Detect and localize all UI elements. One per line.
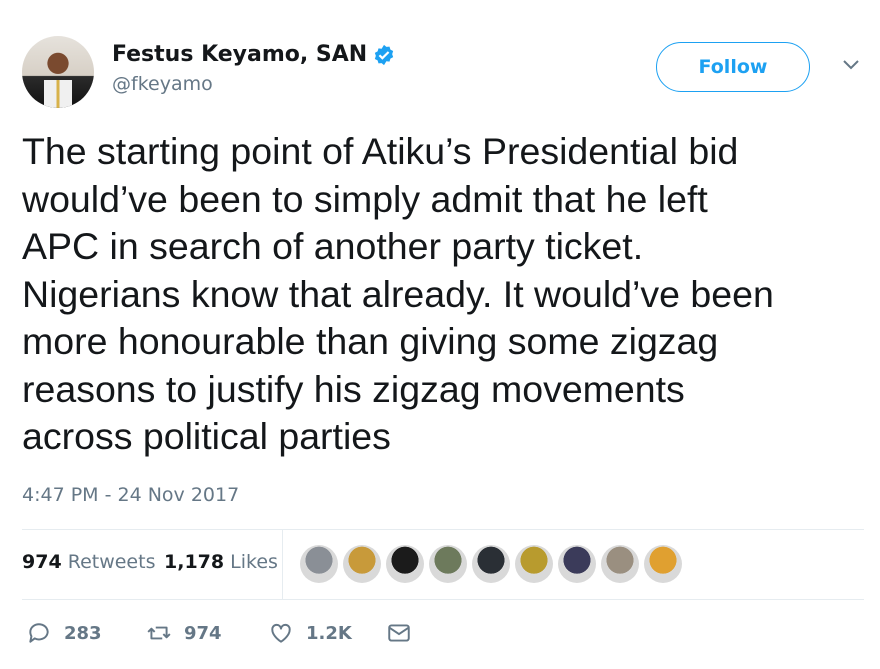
author-info: Festus Keyamo, SAN @fkeyamo bbox=[112, 42, 395, 95]
chevron-down-icon[interactable] bbox=[842, 56, 860, 74]
verified-badge-icon bbox=[375, 44, 394, 65]
author-name[interactable]: Festus Keyamo, SAN bbox=[112, 42, 367, 67]
tweet-actions: 283 974 1.2K bbox=[22, 618, 864, 652]
envelope-icon bbox=[388, 624, 410, 642]
liker-avatar[interactable] bbox=[472, 545, 510, 583]
liker-avatar[interactable] bbox=[386, 545, 424, 583]
retweets-label: Retweets bbox=[67, 551, 156, 573]
author-avatar[interactable] bbox=[22, 36, 94, 108]
likers-avatars bbox=[300, 545, 682, 583]
likes-count: 1,178 bbox=[164, 551, 225, 573]
liker-avatar[interactable] bbox=[558, 545, 596, 583]
divider-bottom bbox=[22, 599, 864, 600]
liker-avatar[interactable] bbox=[343, 545, 381, 583]
tweet-header: Festus Keyamo, SAN @fkeyamo Follow bbox=[22, 36, 862, 108]
retweet-icon bbox=[147, 626, 171, 640]
reply-icon bbox=[29, 623, 49, 643]
reply-action[interactable]: 283 bbox=[26, 620, 102, 646]
avatar-collar bbox=[44, 80, 72, 108]
likes-label: Likes bbox=[230, 551, 278, 573]
heart-icon bbox=[271, 623, 291, 643]
stats-separator bbox=[282, 529, 283, 599]
liker-avatar[interactable] bbox=[300, 545, 338, 583]
retweets-stat[interactable]: 974 Retweets bbox=[22, 551, 155, 573]
likes-stat[interactable]: 1,178 Likes bbox=[164, 551, 278, 573]
tweet-timestamp[interactable]: 4:47 PM - 24 Nov 2017 bbox=[22, 484, 239, 506]
follow-button[interactable]: Follow bbox=[656, 42, 810, 92]
retweets-count: 974 bbox=[22, 551, 62, 573]
liker-avatar[interactable] bbox=[601, 545, 639, 583]
message-action[interactable] bbox=[386, 620, 412, 646]
liker-avatar[interactable] bbox=[644, 545, 682, 583]
retweet-action[interactable]: 974 bbox=[146, 620, 222, 646]
like-action[interactable]: 1.2K bbox=[268, 620, 352, 646]
liker-avatar[interactable] bbox=[515, 545, 553, 583]
liker-avatar[interactable] bbox=[429, 545, 467, 583]
author-handle[interactable]: @fkeyamo bbox=[112, 73, 395, 95]
retweet-count: 974 bbox=[184, 622, 222, 644]
author-name-row: Festus Keyamo, SAN bbox=[112, 42, 395, 67]
reply-count: 283 bbox=[64, 622, 102, 644]
like-count: 1.2K bbox=[306, 622, 352, 644]
tweet-text: The starting point of Atiku’s Presidenti… bbox=[22, 130, 774, 457]
tweet-stats: 974 Retweets 1,178 Likes bbox=[22, 529, 864, 599]
